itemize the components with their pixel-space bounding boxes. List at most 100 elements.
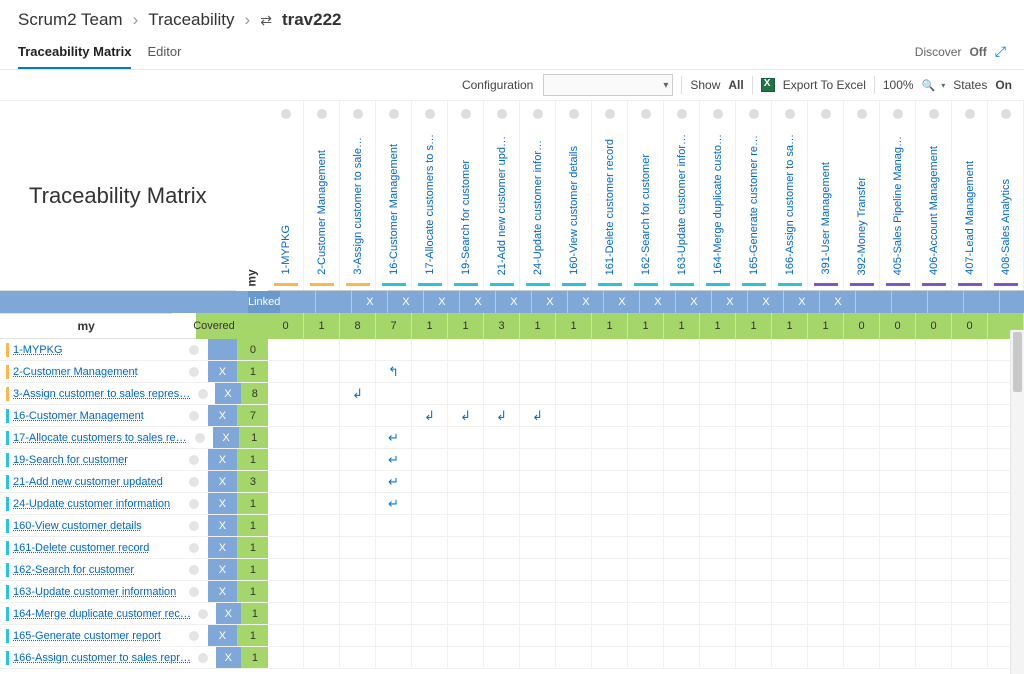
matrix-cell[interactable]	[952, 405, 988, 426]
matrix-cell[interactable]	[448, 493, 484, 514]
matrix-cell[interactable]	[340, 603, 376, 624]
matrix-cell[interactable]	[916, 559, 952, 580]
matrix-cell[interactable]	[448, 515, 484, 536]
row-link[interactable]: 164-Merge duplicate customer rec…	[13, 608, 191, 620]
matrix-cell[interactable]	[304, 361, 340, 382]
column-label[interactable]: 163-Update customer infor…	[676, 134, 688, 279]
matrix-cell[interactable]	[340, 449, 376, 470]
matrix-cell[interactable]	[880, 581, 916, 602]
matrix-cell[interactable]	[520, 537, 556, 558]
column-label[interactable]: 166-Assign customer to sa…	[784, 134, 796, 279]
matrix-cell[interactable]	[628, 339, 664, 360]
matrix-cell[interactable]	[952, 449, 988, 470]
matrix-cell[interactable]	[880, 493, 916, 514]
matrix-cell[interactable]	[700, 405, 736, 426]
matrix-cell[interactable]	[844, 603, 880, 624]
matrix-cell[interactable]	[952, 383, 988, 404]
matrix-cell[interactable]	[808, 647, 844, 668]
matrix-cell[interactable]	[556, 625, 592, 646]
matrix-cell[interactable]	[844, 625, 880, 646]
matrix-cell[interactable]	[520, 361, 556, 382]
matrix-cell[interactable]	[304, 493, 340, 514]
matrix-cell[interactable]	[376, 515, 412, 536]
matrix-cell[interactable]	[592, 427, 628, 448]
matrix-cell[interactable]	[520, 339, 556, 360]
matrix-cell[interactable]	[556, 471, 592, 492]
column-header[interactable]: 166-Assign customer to sa…	[772, 101, 808, 290]
matrix-cell[interactable]	[484, 471, 520, 492]
matrix-cell[interactable]	[808, 361, 844, 382]
matrix-cell[interactable]	[520, 449, 556, 470]
matrix-cell[interactable]	[736, 471, 772, 492]
matrix-cell[interactable]	[304, 625, 340, 646]
column-header[interactable]: 17-Allocate customers to s…	[412, 101, 448, 290]
matrix-cell[interactable]	[808, 625, 844, 646]
column-header[interactable]: 19-Search for customer	[448, 101, 484, 290]
column-header[interactable]: 163-Update customer infor…	[664, 101, 700, 290]
matrix-cell[interactable]	[808, 471, 844, 492]
matrix-cell[interactable]: ↵	[376, 427, 412, 448]
row-link[interactable]: 16-Customer Management	[13, 410, 144, 422]
column-label[interactable]: 3-Assign customer to sale…	[352, 137, 364, 279]
matrix-cell[interactable]	[448, 625, 484, 646]
matrix-cell[interactable]	[808, 537, 844, 558]
matrix-cell[interactable]	[916, 515, 952, 536]
matrix-cell[interactable]	[700, 339, 736, 360]
matrix-cell[interactable]: ↲	[484, 405, 520, 426]
matrix-cell[interactable]	[304, 537, 340, 558]
matrix-cell[interactable]	[952, 361, 988, 382]
matrix-cell[interactable]	[376, 647, 412, 668]
matrix-cell[interactable]	[412, 493, 448, 514]
discover-state[interactable]: Off	[969, 45, 986, 59]
matrix-cell[interactable]	[880, 603, 916, 624]
matrix-cell[interactable]	[736, 603, 772, 624]
matrix-cell[interactable]	[844, 559, 880, 580]
matrix-cell[interactable]	[880, 647, 916, 668]
matrix-cell[interactable]	[628, 405, 664, 426]
matrix-cell[interactable]	[808, 603, 844, 624]
matrix-cell[interactable]	[268, 537, 304, 558]
matrix-cell[interactable]	[448, 559, 484, 580]
matrix-cell[interactable]	[556, 383, 592, 404]
matrix-cell[interactable]	[808, 493, 844, 514]
matrix-cell[interactable]	[340, 625, 376, 646]
column-header[interactable]: 21-Add new customer upd…	[484, 101, 520, 290]
matrix-cell[interactable]	[772, 603, 808, 624]
matrix-cell[interactable]	[340, 515, 376, 536]
matrix-cell[interactable]	[520, 603, 556, 624]
column-label[interactable]: 391-User Management	[820, 162, 832, 279]
matrix-cell[interactable]	[412, 625, 448, 646]
matrix-cell[interactable]	[376, 383, 412, 404]
matrix-cell[interactable]	[952, 493, 988, 514]
matrix-cell[interactable]	[880, 559, 916, 580]
matrix-cell[interactable]	[700, 603, 736, 624]
matrix-cell[interactable]	[736, 625, 772, 646]
matrix-cell[interactable]	[736, 427, 772, 448]
matrix-cell[interactable]	[772, 493, 808, 514]
matrix-cell[interactable]	[268, 625, 304, 646]
matrix-cell[interactable]	[448, 449, 484, 470]
matrix-cell[interactable]	[772, 383, 808, 404]
matrix-cell[interactable]	[628, 647, 664, 668]
matrix-cell[interactable]	[844, 647, 880, 668]
column-label[interactable]: 160-View customer details	[568, 146, 580, 279]
matrix-cell[interactable]	[628, 537, 664, 558]
matrix-cell[interactable]	[772, 361, 808, 382]
matrix-cell[interactable]	[448, 383, 484, 404]
matrix-cell[interactable]: ↵	[376, 449, 412, 470]
matrix-cell[interactable]	[304, 647, 340, 668]
matrix-cell[interactable]	[520, 581, 556, 602]
matrix-cell[interactable]	[484, 427, 520, 448]
matrix-cell[interactable]	[268, 339, 304, 360]
matrix-cell[interactable]	[952, 647, 988, 668]
matrix-cell[interactable]	[268, 361, 304, 382]
matrix-cell[interactable]	[520, 427, 556, 448]
row-link[interactable]: 165-Generate customer report	[13, 630, 161, 642]
matrix-cell[interactable]	[304, 339, 340, 360]
matrix-cell[interactable]	[340, 581, 376, 602]
matrix-cell[interactable]	[268, 581, 304, 602]
row-link[interactable]: 19-Search for customer	[13, 454, 128, 466]
matrix-cell[interactable]	[484, 383, 520, 404]
column-header[interactable]: 16-Customer Management	[376, 101, 412, 290]
matrix-cell[interactable]	[916, 449, 952, 470]
